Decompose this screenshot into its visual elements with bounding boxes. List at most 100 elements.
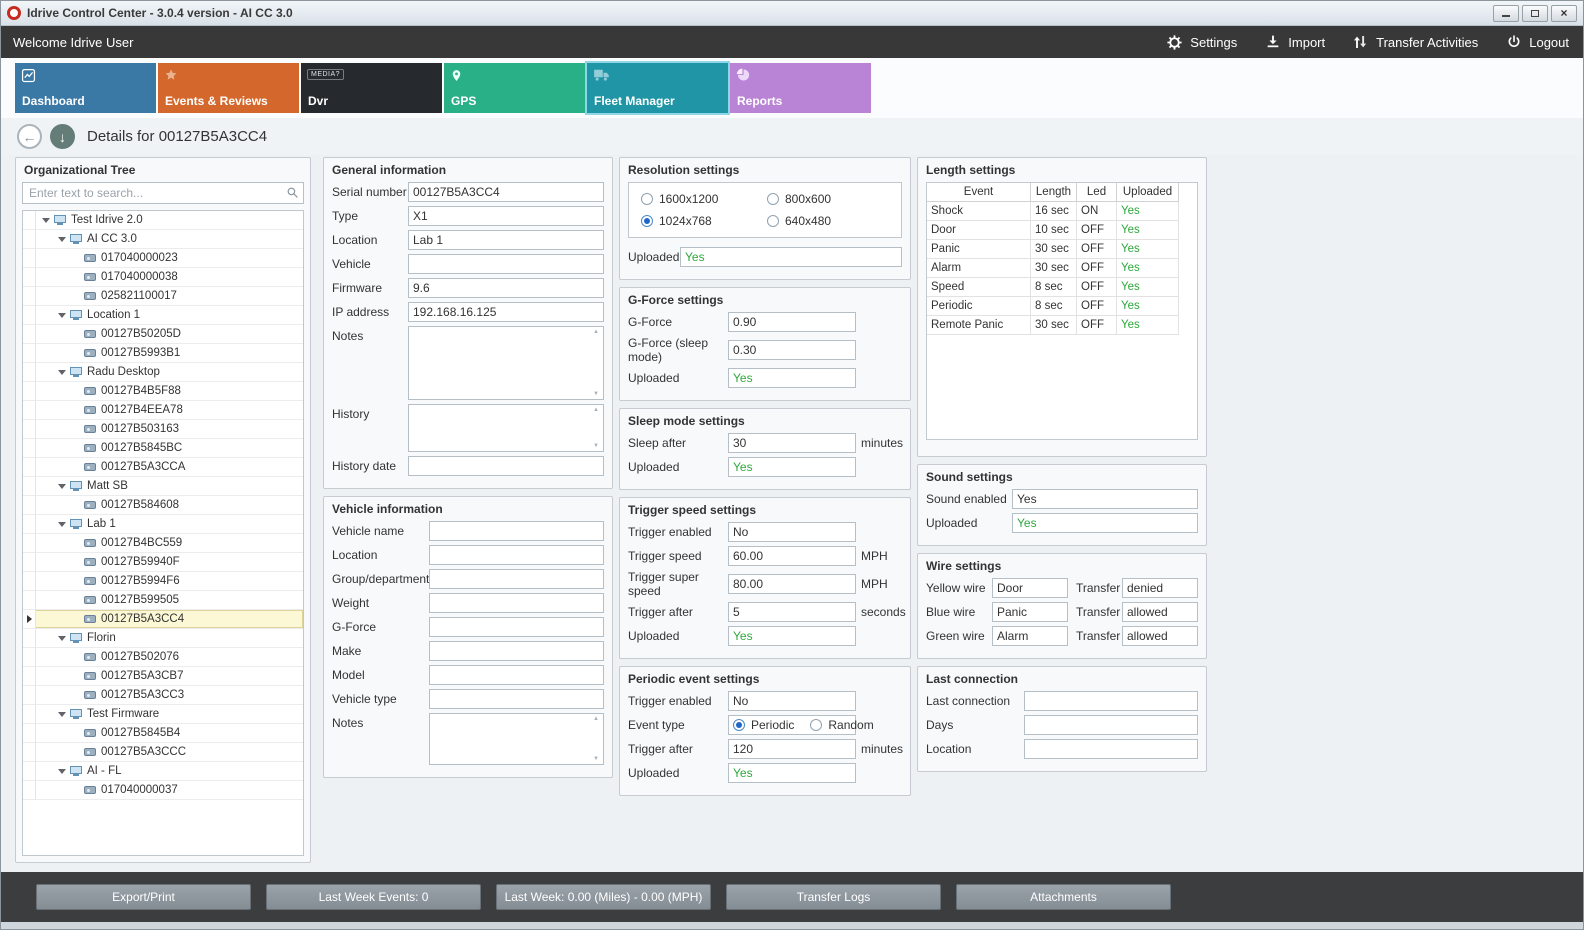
- vehicle-input[interactable]: [408, 254, 604, 274]
- tree-node-00127b50205d[interactable]: 00127B50205D: [23, 325, 303, 344]
- g-force-input[interactable]: [429, 617, 604, 637]
- tree-node-00127b4eea78[interactable]: 00127B4EEA78: [23, 401, 303, 420]
- green-wire-transfer-input[interactable]: [1122, 626, 1198, 646]
- trigger-speed-input[interactable]: [728, 546, 856, 566]
- history-date-input[interactable]: [408, 456, 604, 476]
- tree-node-025821100017[interactable]: 025821100017: [23, 287, 303, 306]
- serial-number-input[interactable]: [408, 182, 604, 202]
- g-force-sleep-mode-input[interactable]: [728, 340, 856, 360]
- tree-node-00127b584608[interactable]: 00127B584608: [23, 496, 303, 515]
- tree-node-00127b4b5f88[interactable]: 00127B4B5F88: [23, 382, 303, 401]
- tree-node-00127b5994f6[interactable]: 00127B5994F6: [23, 572, 303, 591]
- tree-node-00127b5993b1[interactable]: 00127B5993B1: [23, 344, 303, 363]
- tree-node-017040000023[interactable]: 017040000023: [23, 249, 303, 268]
- tree-node-label: 00127B584608: [101, 499, 179, 511]
- type-input[interactable]: [408, 206, 604, 226]
- vehicle-type-input[interactable]: [429, 689, 604, 709]
- last-connection-input[interactable]: [1024, 691, 1198, 711]
- tab-gps[interactable]: GPS: [444, 63, 585, 113]
- location-input[interactable]: [1024, 739, 1198, 759]
- tree-search-input[interactable]: [22, 182, 304, 204]
- trigger-super-speed-input[interactable]: [728, 574, 856, 594]
- tree-node-test-idrive-2-0[interactable]: Test Idrive 2.0: [23, 211, 303, 230]
- ip-address-input[interactable]: [408, 302, 604, 322]
- tree-node-radu-desktop[interactable]: Radu Desktop: [23, 363, 303, 382]
- tree-node-00127b503163[interactable]: 00127B503163: [23, 420, 303, 439]
- yellow-wire-input[interactable]: [992, 578, 1068, 598]
- tab-reports[interactable]: Reports: [730, 63, 871, 113]
- vehicle-name-input[interactable]: [429, 521, 604, 541]
- location-input[interactable]: [408, 230, 604, 250]
- tree-node-ai-fl[interactable]: AI - FL: [23, 762, 303, 781]
- down-arrow-icon[interactable]: ↓: [50, 124, 75, 149]
- tree-node-00127b59940f[interactable]: 00127B59940F: [23, 553, 303, 572]
- tree-node-location-1[interactable]: Location 1: [23, 306, 303, 325]
- tab-dashboard[interactable]: Dashboard: [15, 63, 156, 113]
- export-print-button[interactable]: Export/Print: [36, 884, 251, 910]
- tree-node-00127b599505[interactable]: 00127B599505: [23, 591, 303, 610]
- tree-node-test-firmware[interactable]: Test Firmware: [23, 705, 303, 724]
- days-input[interactable]: [1024, 715, 1198, 735]
- tab-dvr[interactable]: MEDIA?Dvr: [301, 63, 442, 113]
- history-input[interactable]: [408, 404, 604, 452]
- make-input[interactable]: [429, 641, 604, 661]
- tree-node-017040000038[interactable]: 017040000038: [23, 268, 303, 287]
- tree-node-00127b5a3cb7[interactable]: 00127B5A3CB7: [23, 667, 303, 686]
- g-force-input[interactable]: [728, 312, 856, 332]
- tree-node-00127b5845bc[interactable]: 00127B5845BC: [23, 439, 303, 458]
- column-header-led[interactable]: Led: [1077, 183, 1117, 202]
- tree-node-00127b5a3cc3[interactable]: 00127B5A3CC3: [23, 686, 303, 705]
- column-header-uploaded[interactable]: Uploaded: [1117, 183, 1179, 202]
- group-department-input[interactable]: [429, 569, 604, 589]
- trigger-enabled-input[interactable]: [728, 522, 856, 542]
- resolution-radio-640x480[interactable]: 640x480: [767, 214, 889, 228]
- last-week-0-00-miles-0-00-mph-button[interactable]: Last Week: 0.00 (Miles) - 0.00 (MPH): [496, 884, 711, 910]
- tree-node-lab-1[interactable]: Lab 1: [23, 515, 303, 534]
- tree-node-matt-sb[interactable]: Matt SB: [23, 477, 303, 496]
- tree-node-ai-cc-3-0[interactable]: AI CC 3.0: [23, 230, 303, 249]
- sleep-after-input[interactable]: [728, 433, 856, 453]
- tree-node-00127b5a3cc4[interactable]: 00127B5A3CC4: [23, 610, 303, 629]
- event-type-radio-random[interactable]: Random: [810, 718, 873, 732]
- tab-events-reviews[interactable]: Events & Reviews: [158, 63, 299, 113]
- trigger-after-input[interactable]: [728, 602, 856, 622]
- column-header-length[interactable]: Length: [1031, 183, 1077, 202]
- event-type-radio-periodic[interactable]: Periodic: [733, 718, 794, 732]
- transfer-logs-button[interactable]: Transfer Logs: [726, 884, 941, 910]
- blue-wire-input[interactable]: [992, 602, 1068, 622]
- maximize-button[interactable]: [1522, 5, 1548, 22]
- model-input[interactable]: [429, 665, 604, 685]
- location-input[interactable]: [429, 545, 604, 565]
- tree-node-00127b5845b4[interactable]: 00127B5845B4: [23, 724, 303, 743]
- transfer-activities-button[interactable]: Transfer Activities: [1353, 34, 1478, 51]
- tree-node-00127b5a3ccc[interactable]: 00127B5A3CCC: [23, 743, 303, 762]
- tree-node-00127b502076[interactable]: 00127B502076: [23, 648, 303, 667]
- minimize-button[interactable]: [1493, 5, 1519, 22]
- yellow-wire-transfer-input[interactable]: [1122, 578, 1198, 598]
- tree-node-00127b5a3cca[interactable]: 00127B5A3CCA: [23, 458, 303, 477]
- trigger-after-input[interactable]: [728, 739, 856, 759]
- resolution-radio-1600x1200[interactable]: 1600x1200: [641, 192, 763, 206]
- settings-button[interactable]: Settings: [1166, 34, 1237, 51]
- column-header-event[interactable]: Event: [927, 183, 1031, 202]
- green-wire-input[interactable]: [992, 626, 1068, 646]
- resolution-radio-1024x768[interactable]: 1024x768: [641, 214, 763, 228]
- tree-node-florin[interactable]: Florin: [23, 629, 303, 648]
- notes-input[interactable]: [429, 713, 604, 765]
- last-week-events-0-button[interactable]: Last Week Events: 0: [266, 884, 481, 910]
- logout-button[interactable]: Logout: [1506, 34, 1569, 51]
- sound-enabled-input[interactable]: [1012, 489, 1198, 509]
- close-button[interactable]: ×: [1551, 5, 1577, 22]
- tab-fleet-manager[interactable]: Fleet Manager: [587, 63, 728, 113]
- tree-node-00127b4bc559[interactable]: 00127B4BC559: [23, 534, 303, 553]
- firmware-input[interactable]: [408, 278, 604, 298]
- resolution-radio-800x600[interactable]: 800x600: [767, 192, 889, 206]
- blue-wire-transfer-input[interactable]: [1122, 602, 1198, 622]
- notes-input[interactable]: [408, 326, 604, 400]
- import-button[interactable]: Import: [1265, 34, 1325, 51]
- weight-input[interactable]: [429, 593, 604, 613]
- tree-node-017040000037[interactable]: 017040000037: [23, 781, 303, 800]
- trigger-enabled-input[interactable]: [728, 691, 856, 711]
- attachments-button[interactable]: Attachments: [956, 884, 1171, 910]
- back-arrow-icon[interactable]: ←: [17, 124, 42, 149]
